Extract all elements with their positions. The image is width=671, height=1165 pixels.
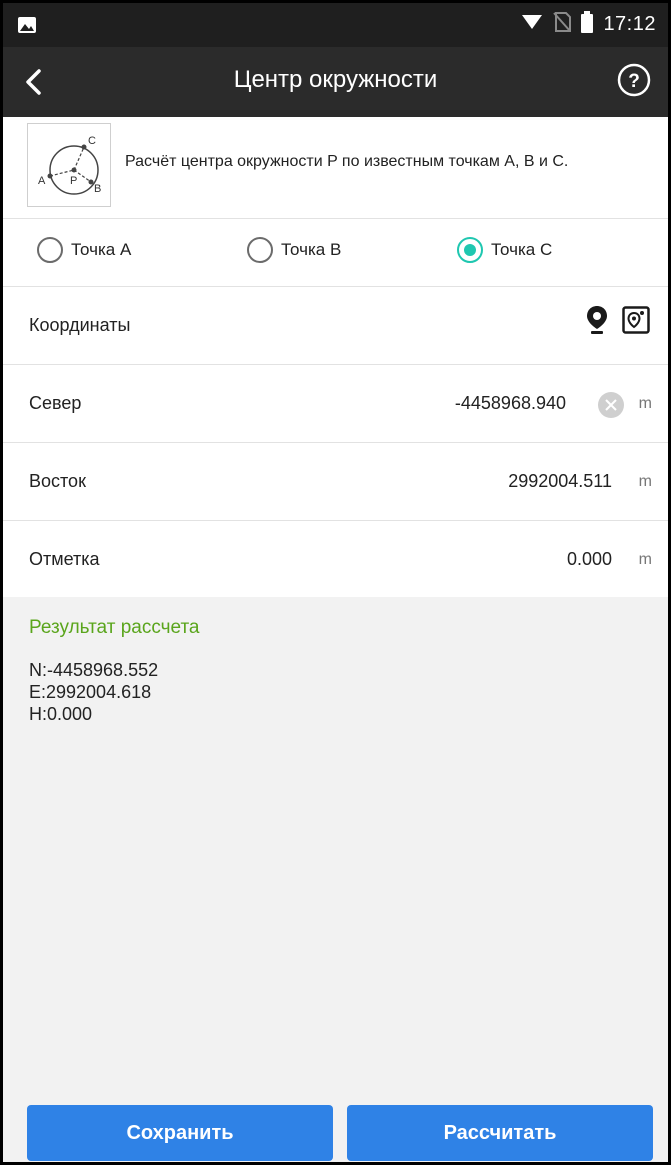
north-input[interactable]: -4458968.940 (455, 393, 566, 414)
north-label: Север (29, 393, 82, 413)
calculate-button[interactable]: Рассчитать (347, 1105, 653, 1161)
radio-label: Точка C (491, 240, 553, 259)
result-title: Результат рассчета (29, 617, 200, 638)
result-east: E:2992004.618 (29, 682, 152, 702)
coordinates-header: Координаты (3, 287, 668, 365)
diagram-label-p: P (70, 175, 77, 187)
map-point-icon[interactable] (622, 306, 650, 339)
elevation-unit: m (638, 551, 652, 568)
radio-checked-icon (457, 237, 483, 263)
east-label: Восток (29, 471, 86, 491)
elevation-field-row: Отметка 0.000 m (3, 521, 668, 599)
clear-icon[interactable] (598, 392, 624, 418)
svg-text:?: ? (628, 71, 640, 92)
north-field-row: Север -4458968.940 m (3, 365, 668, 443)
diagram-label-b: B (94, 183, 101, 195)
coordinates-label: Координаты (29, 315, 131, 335)
radio-circle-icon (37, 237, 63, 263)
east-input[interactable]: 2992004.511 (508, 471, 612, 492)
east-unit: m (638, 473, 652, 490)
east-field-row: Восток 2992004.511 m (3, 443, 668, 521)
gallery-notification-icon (17, 15, 37, 40)
radio-label: Точка B (281, 240, 342, 259)
app-frame: 17:12 Центр окружности ? A B C P Расчёт … (0, 0, 671, 1165)
battery-icon (581, 11, 594, 38)
help-icon[interactable]: ? (616, 62, 652, 98)
diagram-label-c: C (88, 135, 96, 147)
description-panel: A B C P Расчёт центра окружности P по из… (3, 117, 668, 219)
status-bar: 17:12 (3, 3, 668, 47)
no-sim-icon (553, 12, 572, 37)
radio-point-b[interactable]: Точка B (247, 237, 341, 263)
radio-circle-icon (247, 237, 273, 263)
location-pin-icon[interactable] (586, 305, 608, 340)
elevation-input[interactable]: 0.000 (567, 549, 612, 570)
result-height: H:0.000 (29, 704, 93, 724)
diagram-label-a: A (38, 175, 46, 187)
result-north: N:-4458968.552 (29, 660, 159, 680)
wifi-icon (521, 13, 543, 36)
radio-point-a[interactable]: Точка A (37, 237, 131, 263)
description-text: Расчёт центра окружности P по известным … (125, 153, 569, 170)
radio-label: Точка A (71, 240, 132, 259)
radio-point-c[interactable]: Точка C (457, 237, 552, 263)
result-lines: N:-4458968.552 E:2992004.618 H:0.000 (29, 659, 158, 725)
status-time: 17:12 (603, 13, 656, 35)
circle-center-diagram: A B C P (27, 123, 111, 207)
elevation-label: Отметка (29, 549, 100, 569)
north-unit: m (638, 395, 652, 412)
bottom-bar: Сохранить Рассчитать (3, 1093, 668, 1162)
result-panel: Результат рассчета N:-4458968.552 E:2992… (3, 597, 668, 1093)
page-title: Центр окружности (233, 66, 438, 93)
point-selector: Точка A Точка B Точка C (3, 219, 668, 287)
save-button[interactable]: Сохранить (27, 1105, 333, 1161)
app-bar: Центр окружности ? (3, 47, 668, 117)
